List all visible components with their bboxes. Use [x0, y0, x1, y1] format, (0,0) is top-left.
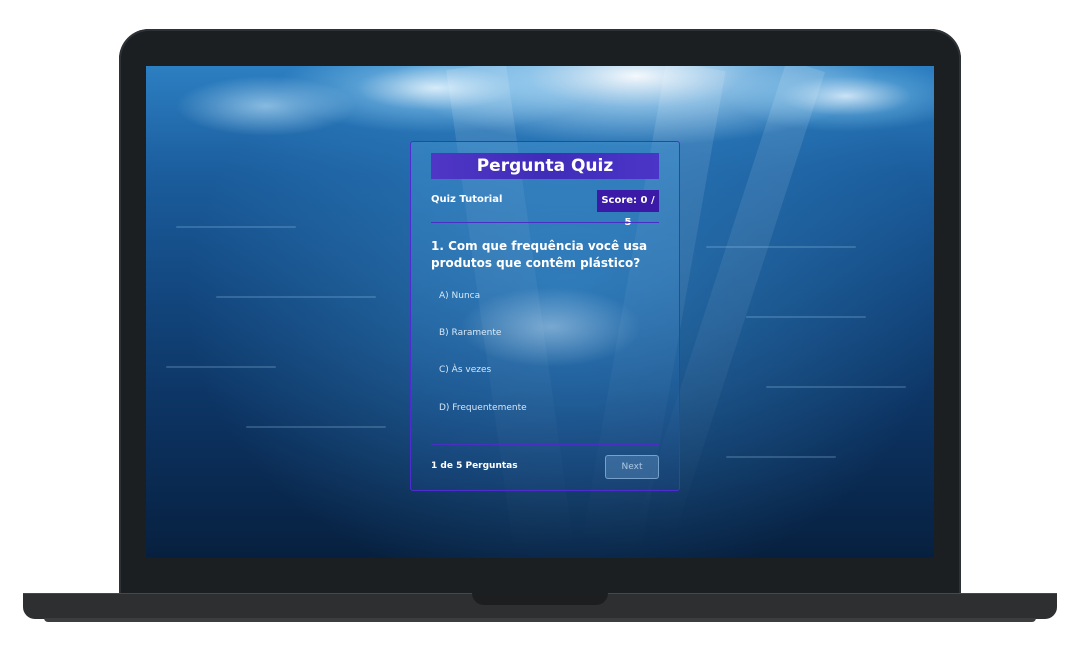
question-text: 1. Com que frequência você usa produtos …: [431, 239, 648, 270]
option-b[interactable]: B) Raramente: [431, 319, 659, 347]
option-c[interactable]: C) Às vezes: [431, 356, 659, 384]
water-streak: [766, 386, 906, 388]
water-streak: [176, 226, 296, 228]
water-streak: [726, 456, 836, 458]
quiz-card: Pergunta Quiz Quiz Tutorial Score: 0 / 5…: [410, 141, 680, 491]
quiz-name: Quiz Tutorial: [431, 194, 503, 205]
header-divider: [431, 222, 659, 223]
quiz-title: Pergunta Quiz: [431, 153, 659, 179]
option-d[interactable]: D) Frequentemente: [431, 394, 659, 422]
option-a[interactable]: A) Nunca: [431, 282, 659, 310]
water-streak: [166, 366, 276, 368]
water-streak: [746, 316, 866, 318]
water-streak: [706, 246, 856, 248]
next-button[interactable]: Next: [605, 455, 659, 479]
water-streak: [216, 296, 376, 298]
water-streak: [246, 426, 386, 428]
score-badge: Score: 0 / 5: [597, 190, 659, 228]
footer-divider: [431, 444, 659, 445]
laptop-notch: [472, 593, 608, 605]
question-progress: 1 de 5 Perguntas: [431, 461, 518, 471]
laptop-base-shadow: [44, 618, 1036, 622]
